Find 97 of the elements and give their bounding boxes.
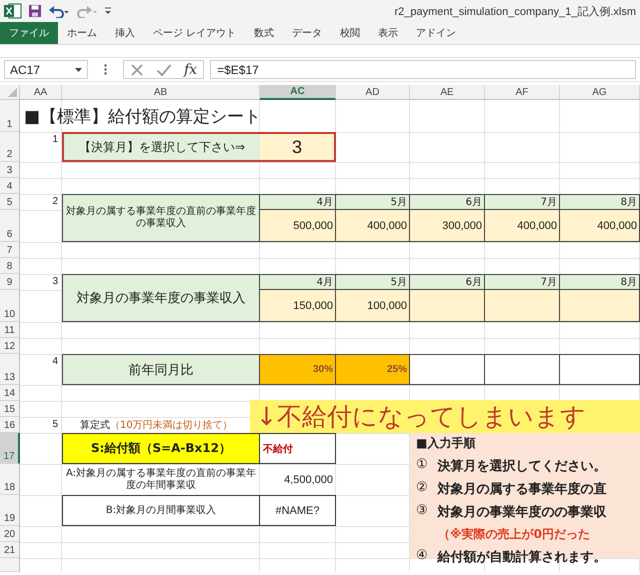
instruction-text: 給付額が自動計算されます。	[438, 548, 607, 566]
ribbon-tab[interactable]: ページ レイアウト	[144, 22, 246, 44]
instruction-text: 対象月の事業年度のの事業収	[438, 504, 607, 521]
row-header[interactable]: 20	[0, 526, 20, 542]
step-marker: ③	[416, 503, 428, 520]
formula-field[interactable]: =$E$17	[210, 60, 636, 79]
row-header[interactable]: 12	[0, 338, 20, 354]
insert-function-button[interactable]: fx	[184, 62, 198, 78]
row-header[interactable]: 19	[0, 495, 20, 526]
table-cell[interactable]: 500,000	[260, 210, 336, 242]
table-cell: 5月	[336, 194, 410, 210]
table-cell: 4月	[260, 194, 336, 210]
instruction-note: （※実際の売上が0円だった	[438, 526, 592, 543]
row-header[interactable]: 14	[0, 385, 20, 401]
month-input-cell[interactable]: 3	[260, 134, 334, 160]
column-header[interactable]: AB	[62, 85, 260, 100]
step-number: 4	[51, 355, 59, 367]
column-header[interactable]: AD	[336, 85, 410, 100]
table-cell: S:給付額（S=A-Bx12）	[62, 433, 260, 464]
panel-title: ■入力手順	[416, 435, 476, 452]
dropdown-caret-icon	[75, 68, 82, 72]
row-header[interactable]: 16	[0, 417, 20, 433]
more-options-icon[interactable]	[104, 64, 107, 75]
ribbon-tab[interactable]: アドイン	[407, 22, 466, 44]
row-header[interactable]: 9	[0, 274, 20, 290]
sheet-title: ■【標準】給付額の算定シート	[23, 106, 262, 128]
window-title: r2_payment_simulation_company_1_記入例.xlsm	[394, 4, 636, 18]
table-cell: 8月	[560, 274, 640, 290]
table-cell: 30%	[260, 354, 336, 385]
row-header[interactable]: 3	[0, 162, 20, 178]
table-cell[interactable]: 400,000	[560, 210, 640, 242]
row-header[interactable]: 13	[0, 354, 20, 385]
table-cell[interactable]: 300,000	[410, 210, 485, 242]
table-cell-text: A:対象月の属する事業年度の直前の事業年度の年間事業収	[64, 466, 258, 492]
annotation-banner: ↓不給付になってしまいます	[250, 400, 640, 433]
step-marker: ②	[416, 480, 428, 497]
rounding-note: （10万円未満は切り捨て）	[110, 418, 233, 432]
table-cell: #NAME?	[260, 495, 336, 526]
column-header[interactable]: AA	[20, 85, 62, 100]
ribbon-tab[interactable]: ホーム	[58, 22, 106, 44]
table-cell: B:対象月の月間事業収入	[62, 495, 260, 526]
row-header[interactable]: 15	[0, 401, 20, 417]
table-cell[interactable]: 400,000	[485, 210, 560, 242]
table-cell: 6月	[410, 194, 485, 210]
spreadsheet-app-icon	[4, 3, 22, 19]
table-cell[interactable]: 150,000	[260, 290, 336, 322]
ribbon-tab[interactable]: ファイル	[0, 22, 58, 44]
table-cell[interactable]: 100,000	[336, 290, 410, 322]
table-cell-text: 4,500,000	[283, 472, 334, 488]
ribbon-tab[interactable]: 表示	[369, 22, 408, 44]
column-header[interactable]: AC	[260, 85, 336, 100]
instruction-text: 決算月を選択してください。	[438, 458, 607, 475]
table-cell[interactable]: 400,000	[336, 210, 410, 242]
column-header[interactable]: AG	[560, 85, 640, 100]
step-number: 2	[51, 195, 59, 207]
step-number: 3	[51, 275, 59, 287]
table-cell: 4月	[260, 274, 336, 290]
ribbon-tab[interactable]: 数式	[245, 22, 284, 44]
ribbon-tab[interactable]: 挿入	[106, 22, 144, 44]
row-header[interactable]: 6	[0, 210, 20, 242]
row-header[interactable]: 1	[0, 100, 20, 132]
column-header[interactable]: AF	[485, 85, 560, 100]
table-cell: 8月	[560, 194, 640, 210]
row-header[interactable]: 11	[0, 322, 20, 338]
table-cell: 対象月の属する事業年度の直前の事業年度の事業収入	[62, 194, 260, 242]
step-number: 1	[51, 133, 59, 145]
step-marker: ①	[416, 457, 428, 474]
formula-label: 算定式	[80, 418, 110, 432]
table-cell: 25%	[336, 354, 410, 385]
table-cell: 5月	[336, 274, 410, 290]
row-header[interactable]: 5	[0, 194, 20, 210]
row-header[interactable]: 2	[0, 132, 20, 162]
row-header[interactable]: 10	[0, 290, 20, 322]
column-header[interactable]: AE	[410, 85, 485, 100]
table-cell: 7月	[485, 194, 560, 210]
check-icon[interactable]	[156, 62, 172, 76]
row-header[interactable]: 21	[0, 542, 20, 558]
ribbon-tab[interactable]: データ	[283, 22, 332, 44]
table-cell: 【決算月】を選択して下さい⇒	[64, 134, 260, 160]
cancel-icon[interactable]	[130, 62, 144, 76]
table-cell: 6月	[410, 274, 485, 290]
row-header[interactable]: 17	[0, 433, 20, 464]
save-icon[interactable]	[28, 4, 42, 18]
customize-caret-icon[interactable]	[104, 6, 112, 16]
row-header[interactable]: 8	[0, 258, 20, 274]
instruction-text: 対象月の属する事業年度の直	[438, 480, 607, 498]
table-cell: 前年同月比	[62, 354, 260, 385]
ribbon-tab[interactable]: 校閲	[331, 22, 370, 44]
step-marker: ④	[416, 548, 428, 565]
row-header[interactable]: 4	[0, 178, 20, 194]
table-cell: 7月	[485, 274, 560, 290]
row-header[interactable]: 18	[0, 464, 20, 495]
table-cell: 対象月の事業年度の事業収入	[62, 274, 260, 322]
row-header[interactable]: 7	[0, 242, 20, 258]
name-box[interactable]: AC17	[4, 60, 88, 79]
step-number: 5	[51, 418, 59, 430]
undo-icon[interactable]	[48, 4, 70, 18]
